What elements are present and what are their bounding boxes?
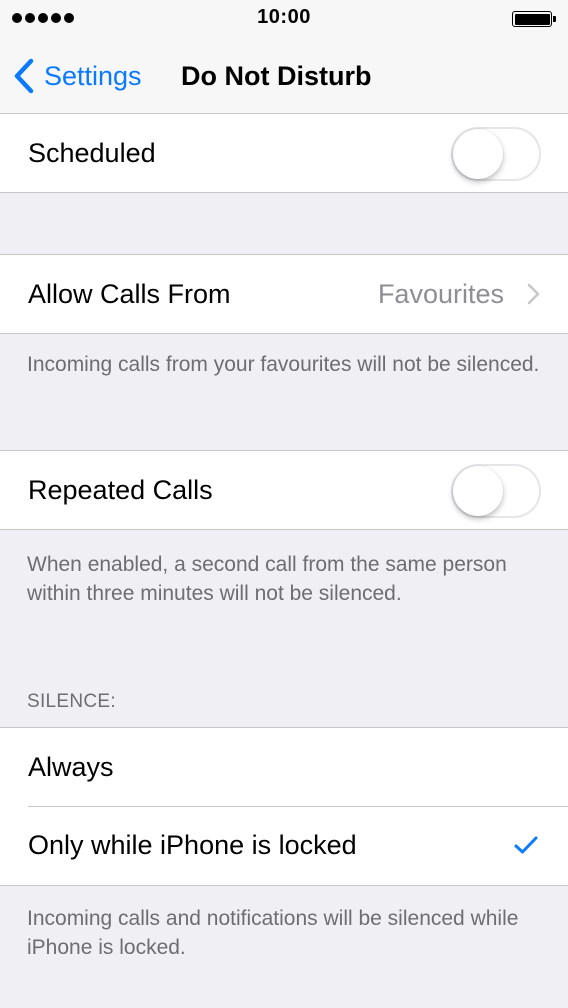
back-button-label: Settings xyxy=(44,60,142,91)
toggle-knob xyxy=(453,466,503,516)
silence-option-label: Always xyxy=(28,751,114,782)
allow-calls-label: Allow Calls From xyxy=(28,278,231,309)
scheduled-row: Scheduled xyxy=(0,114,568,192)
silence-footer: Incoming calls and notifications will be… xyxy=(27,907,519,959)
page-title: Do Not Disturb xyxy=(181,61,372,91)
allow-calls-row[interactable]: Allow Calls From Favourites xyxy=(0,255,568,333)
status-time: 10:00 xyxy=(257,6,311,28)
status-bar: 10:00 xyxy=(0,0,568,38)
silence-group: Always Only while iPhone is locked xyxy=(0,727,568,886)
repeated-calls-label: Repeated Calls xyxy=(28,474,213,505)
repeated-calls-group: Repeated Calls xyxy=(0,450,568,530)
silence-option-label: Only while iPhone is locked xyxy=(28,830,357,860)
checkmark-icon xyxy=(514,836,538,854)
scheduled-group: Scheduled xyxy=(0,113,568,193)
scheduled-label: Scheduled xyxy=(28,137,156,168)
toggle-knob xyxy=(453,129,503,179)
battery-full-icon xyxy=(512,11,556,27)
chevron-right-icon xyxy=(527,283,540,305)
allow-calls-footer: Incoming calls from your favourites will… xyxy=(27,353,540,376)
scheduled-toggle[interactable] xyxy=(451,127,541,181)
chevron-left-icon xyxy=(14,58,34,94)
repeated-calls-footer: When enabled, a second call from the sam… xyxy=(27,553,507,605)
silence-option-always[interactable]: Always xyxy=(0,728,568,806)
repeated-calls-toggle[interactable] xyxy=(451,464,541,518)
silence-section-header: SILENCE: xyxy=(27,691,116,712)
back-button[interactable]: Settings xyxy=(12,38,142,114)
repeated-calls-row: Repeated Calls xyxy=(0,451,568,529)
silence-option-locked[interactable]: Only while iPhone is locked xyxy=(0,806,568,885)
navigation-bar: Settings Do Not Disturb xyxy=(0,38,568,114)
allow-calls-group: Allow Calls From Favourites xyxy=(0,254,568,334)
allow-calls-value: Favourites xyxy=(377,279,504,309)
